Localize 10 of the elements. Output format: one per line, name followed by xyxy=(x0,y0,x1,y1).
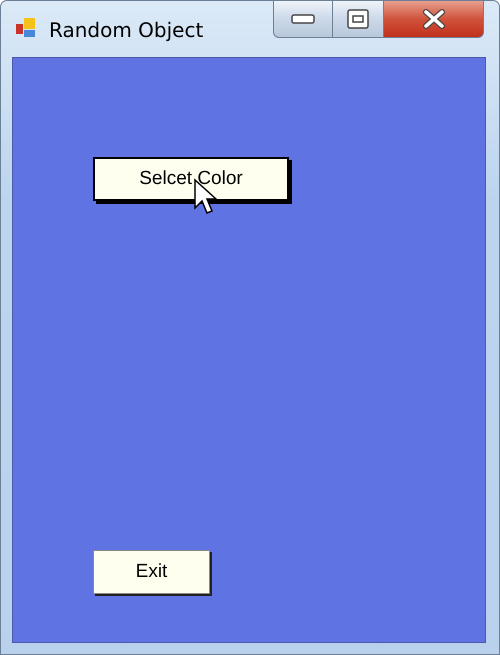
exit-button[interactable]: Exit xyxy=(93,550,210,594)
maximize-icon xyxy=(347,9,369,29)
close-button[interactable] xyxy=(384,0,484,38)
select-color-button[interactable]: Selcet Color xyxy=(93,157,289,201)
minimize-icon xyxy=(291,14,315,24)
maximize-button[interactable] xyxy=(333,0,384,38)
minimize-button[interactable] xyxy=(273,0,333,38)
app-icon xyxy=(15,17,37,39)
window-title: Random Object xyxy=(49,17,204,44)
close-icon xyxy=(422,9,446,29)
